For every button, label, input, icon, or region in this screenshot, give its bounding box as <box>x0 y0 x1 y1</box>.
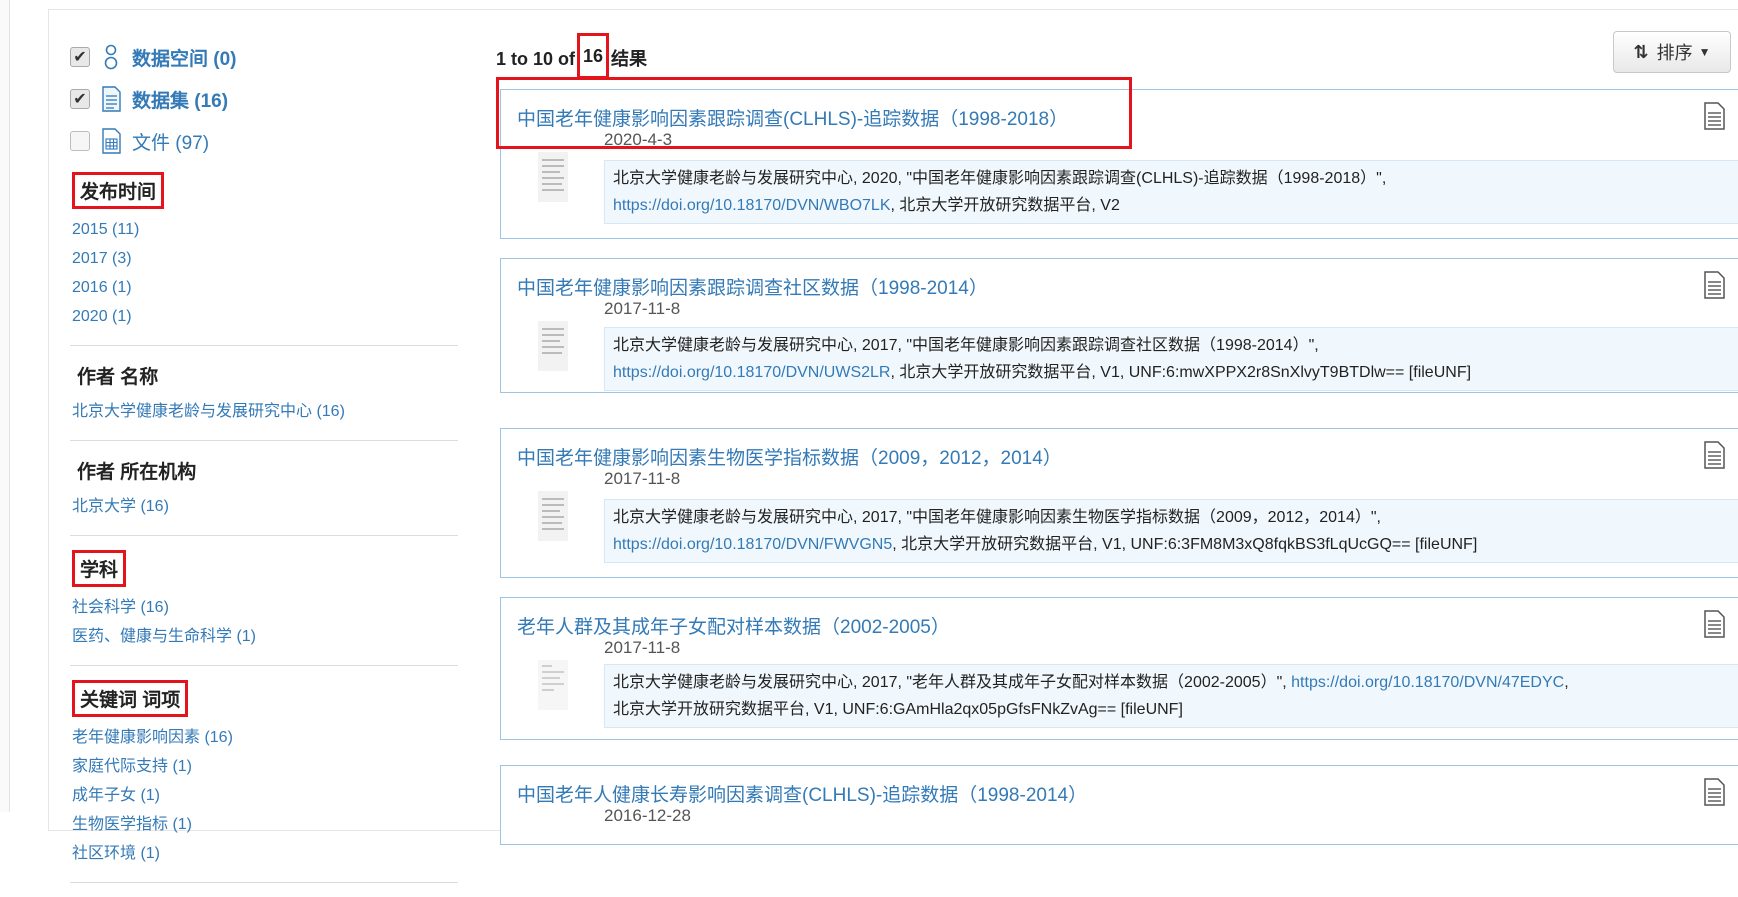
file-icon <box>100 128 122 154</box>
result-card: 中国老年健康影响因素跟踪调查(CLHLS)-追踪数据（1998-2018） 20… <box>500 89 1738 239</box>
facet-keyword: 关键词 词项 老年健康影响因素 (16) 家庭代际支持 (1) 成年子女 (1)… <box>70 680 460 868</box>
dataset-thumbnail-icon <box>538 152 568 202</box>
facet-item[interactable]: 2020 (1) <box>72 302 460 331</box>
result-citation: 北京大学健康老龄与发展研究中心, 2017, "中国老年健康影响因素生物医学指标… <box>604 499 1738 563</box>
facet-item[interactable]: 家庭代际支持 (1) <box>72 752 460 781</box>
doi-link[interactable]: https://doi.org/10.18170/DVN/47EDYC <box>1291 674 1564 691</box>
type-filter-files[interactable]: 文件 (97) <box>70 120 460 162</box>
datasets-checkbox[interactable]: ✔ <box>70 89 90 109</box>
dataverses-label[interactable]: 数据空间 (0) <box>132 44 237 71</box>
divider <box>70 665 458 666</box>
window-left-edge <box>0 0 10 812</box>
dataset-icon <box>1704 778 1725 806</box>
result-title[interactable]: 老年人群及其成年子女配对样本数据（2002-2005） <box>517 612 950 639</box>
sort-button[interactable]: ⇅ 排序 ▼ <box>1613 31 1731 73</box>
datasets-label[interactable]: 数据集 (16) <box>132 86 228 113</box>
dataverse-icon <box>100 44 122 70</box>
citation-rest: , 北京大学开放研究数据平台, V2 <box>890 197 1120 214</box>
citation-text: 北京大学健康老龄与发展研究中心, 2020, "中国老年健康影响因素跟踪调查(C… <box>613 170 1387 187</box>
facet-author-title: 作者 名称 <box>77 367 159 388</box>
type-filter-dataverses[interactable]: ✔ 数据空间 (0) <box>70 36 460 78</box>
dataset-thumbnail-icon <box>538 491 568 541</box>
result-citation: 北京大学健康老龄与发展研究中心, 2017, "中国老年健康影响因素跟踪调查社区… <box>604 327 1738 391</box>
facet-item[interactable]: 北京大学 (16) <box>72 492 460 521</box>
result-card: 老年人群及其成年子女配对样本数据（2002-2005） 2017-11-8 北京… <box>500 597 1738 740</box>
result-title[interactable]: 中国老年健康影响因素生物医学指标数据（2009，2012，2014） <box>517 443 1062 470</box>
facet-keyword-title: 关键词 词项 <box>72 680 189 717</box>
result-card: 中国老年健康影响因素跟踪调查社区数据（1998-2014） 2017-11-8 … <box>500 258 1738 393</box>
facet-item[interactable]: 医药、健康与生命科学 (1) <box>72 622 460 651</box>
type-filter-datasets[interactable]: ✔ 数据集 (16) <box>70 78 460 120</box>
doi-link[interactable]: https://doi.org/10.18170/DVN/UWS2LR <box>613 364 890 381</box>
dataset-icon <box>100 86 122 112</box>
result-date: 2017-11-8 <box>604 638 681 657</box>
citation-rest: 北京大学开放研究数据平台, V1, UNF:6:GAmHla2qx05pGfsF… <box>613 701 1183 718</box>
facet-pubdate: 发布时间 2015 (11) 2017 (3) 2016 (1) 2020 (1… <box>70 172 460 331</box>
facet-subject-title: 学科 <box>72 550 127 587</box>
citation-text: 北京大学健康老龄与发展研究中心, 2017, "中国老年健康影响因素跟踪调查社区… <box>613 337 1319 354</box>
facet-item[interactable]: 北京大学健康老龄与发展研究中心 (16) <box>72 397 460 426</box>
facet-subject: 学科 社会科学 (16) 医药、健康与生命科学 (1) <box>70 550 460 651</box>
results-total: 16 <box>577 33 610 79</box>
facet-affiliation-title: 作者 所在机构 <box>77 462 197 483</box>
dataset-icon <box>1704 610 1725 638</box>
citation-rest: , 北京大学开放研究数据平台, V1, UNF:6:3FM8M3xQ8fqkBS… <box>892 536 1478 553</box>
result-citation: 北京大学健康老龄与发展研究中心, 2020, "中国老年健康影响因素跟踪调查(C… <box>604 160 1738 224</box>
facet-pubdate-title: 发布时间 <box>72 172 165 209</box>
result-date: 2020-4-3 <box>604 130 673 149</box>
facet-sidebar: ✔ 数据空间 (0) ✔ 数据集 (16) 文件 (97) 发布时间 2015 … <box>70 36 460 897</box>
result-date: 2017-11-8 <box>604 469 681 488</box>
facet-item[interactable]: 社区环境 (1) <box>72 839 460 868</box>
dataset-thumbnail-icon <box>538 321 568 371</box>
facet-item[interactable]: 2015 (11) <box>72 215 460 244</box>
citation-rest: , 北京大学开放研究数据平台, V1, UNF:6:mwXPPX2r8SnXlv… <box>890 364 1472 381</box>
result-card: 中国老年健康影响因素生物医学指标数据（2009，2012，2014） 2017-… <box>500 428 1738 578</box>
files-label[interactable]: 文件 (97) <box>132 128 209 155</box>
result-citation: 北京大学健康老龄与发展研究中心, 2017, "老年人群及其成年子女配对样本数据… <box>604 664 1738 728</box>
divider <box>70 440 458 441</box>
dataset-icon <box>1704 102 1725 130</box>
results-suffix: 结果 <box>611 49 648 69</box>
facet-item[interactable]: 成年子女 (1) <box>72 781 460 810</box>
facet-author: 作者 名称 北京大学健康老龄与发展研究中心 (16) <box>70 360 460 426</box>
sort-icon: ⇅ <box>1633 41 1649 62</box>
result-title[interactable]: 中国老年健康影响因素跟踪调查社区数据（1998-2014） <box>517 273 988 300</box>
facet-item[interactable]: 2017 (3) <box>72 244 460 273</box>
facet-affiliation: 作者 所在机构 北京大学 (16) <box>70 455 460 521</box>
sort-label: 排序 <box>1656 43 1693 63</box>
result-date: 2017-11-8 <box>604 299 681 318</box>
facet-item[interactable]: 社会科学 (16) <box>72 593 460 622</box>
divider <box>70 535 458 536</box>
dataset-icon <box>1704 271 1725 299</box>
chevron-down-icon: ▼ <box>1698 45 1711 59</box>
facet-item[interactable]: 老年健康影响因素 (16) <box>72 723 460 752</box>
facet-item[interactable]: 2016 (1) <box>72 273 460 302</box>
citation-text: 北京大学健康老龄与发展研究中心, 2017, "老年人群及其成年子女配对样本数据… <box>613 674 1287 691</box>
divider <box>70 345 458 346</box>
results-count: 1 to 10 of 16 结果 <box>496 33 648 79</box>
doi-link[interactable]: https://doi.org/10.18170/DVN/FWVGN5 <box>613 536 892 553</box>
result-title[interactable]: 中国老年人健康长寿影响因素调查(CLHLS)-追踪数据（1998-2014） <box>517 780 1087 807</box>
result-date: 2016-12-28 <box>604 806 691 825</box>
dataverses-checkbox[interactable]: ✔ <box>70 47 90 67</box>
facet-item[interactable]: 生物医学指标 (1) <box>72 810 460 839</box>
dataset-icon <box>1704 441 1725 469</box>
files-checkbox[interactable] <box>70 131 90 151</box>
dataset-thumbnail-icon <box>538 660 568 710</box>
results-range: 1 to 10 of <box>496 49 576 69</box>
result-title[interactable]: 中国老年健康影响因素跟踪调查(CLHLS)-追踪数据（1998-2018） <box>517 104 1068 131</box>
divider <box>70 882 458 883</box>
citation-text: 北京大学健康老龄与发展研究中心, 2017, "中国老年健康影响因素生物医学指标… <box>613 509 1381 526</box>
result-card: 中国老年人健康长寿影响因素调查(CLHLS)-追踪数据（1998-2014） 2… <box>500 765 1738 845</box>
doi-link[interactable]: https://doi.org/10.18170/DVN/WBO7LK <box>613 197 890 214</box>
